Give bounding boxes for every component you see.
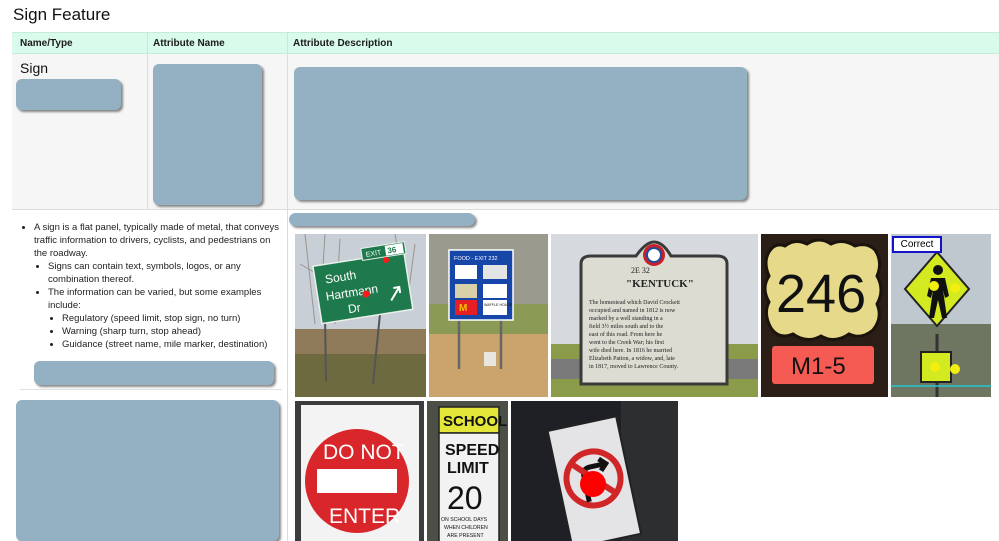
svg-text:M: M bbox=[459, 303, 467, 314]
table-header: Name/Type Attribute Name Attribute Descr… bbox=[12, 32, 999, 54]
no-right-turn-photo bbox=[511, 401, 678, 541]
column-divider bbox=[147, 32, 148, 210]
column-header-name-type: Name/Type bbox=[20, 38, 73, 49]
school-speed-photo: SCHOOL SPEED LIMIT 20 ON SCHOOL DAYS WHE… bbox=[427, 401, 508, 541]
svg-text:ON SCHOOL DAYS: ON SCHOOL DAYS bbox=[441, 517, 488, 523]
svg-text:went to the Creek War; his fir: went to the Creek War; his first bbox=[589, 339, 664, 346]
annotation-dot bbox=[580, 471, 606, 497]
redacted-block bbox=[16, 400, 279, 541]
description-intro: A sign is a flat panel, typically made o… bbox=[34, 221, 284, 260]
divider bbox=[20, 389, 282, 390]
redacted-block bbox=[34, 361, 274, 385]
do-not-enter-photo: DO NOT ENTER bbox=[295, 401, 424, 541]
limit-label: LIMIT bbox=[447, 460, 489, 477]
annotation-dot bbox=[929, 281, 939, 291]
svg-text:ARE PRESENT: ARE PRESENT bbox=[447, 533, 484, 539]
speed-label: SPEED bbox=[445, 442, 499, 459]
do-not-enter-line2: ENTER bbox=[329, 505, 400, 528]
annotation-dot bbox=[383, 257, 389, 263]
marker-code: 2E 32 bbox=[631, 266, 650, 275]
svg-text:field 3½ miles south and to th: field 3½ miles south and to the bbox=[589, 323, 663, 330]
redacted-block bbox=[294, 67, 747, 200]
marker-title: "KENTUCK" bbox=[626, 278, 694, 290]
svg-text:occupied and named in 1812 is: occupied and named in 1812 is now bbox=[589, 308, 676, 314]
annotation-dot bbox=[930, 362, 940, 372]
column-divider bbox=[287, 32, 288, 541]
speed-value: 20 bbox=[447, 480, 483, 516]
food-sign-header: FOOD - EXIT 232 bbox=[454, 256, 498, 262]
svg-text:wife died here. In 1816 he mar: wife died here. In 1816 he married bbox=[589, 347, 672, 354]
school-label: SCHOOL bbox=[443, 413, 507, 430]
pedestrian-sign-photo bbox=[891, 234, 991, 397]
exit-sign-photo: EXIT 36 South Hartmann Dr bbox=[295, 234, 426, 397]
svg-text:east of this road. From here h: east of this road. From here he bbox=[589, 331, 662, 338]
page-title: Sign Feature bbox=[13, 5, 111, 24]
route-shield-photo: 246 M1-5 bbox=[761, 234, 888, 397]
redacted-block bbox=[289, 213, 475, 226]
svg-text:The homestead which David Croc: The homestead which David Crockett bbox=[589, 300, 680, 306]
svg-text:Elizabeth Patton, a widow, and: Elizabeth Patton, a widow, and, late bbox=[589, 356, 675, 362]
column-header-attribute-name: Attribute Name bbox=[153, 38, 225, 49]
sign-code-label: M1-5 bbox=[791, 353, 846, 380]
description-point-content: Signs can contain text, symbols, logos, … bbox=[48, 260, 284, 286]
row-name-type: Sign bbox=[20, 60, 49, 76]
example-regulatory: Regulatory (speed limit, stop sign, no t… bbox=[62, 312, 284, 325]
correct-badge: Correct bbox=[892, 236, 942, 253]
svg-text:marked by a well standing in a: marked by a well standing in a bbox=[589, 316, 663, 322]
column-header-attribute-description: Attribute Description bbox=[293, 38, 393, 49]
annotation-dot bbox=[950, 283, 960, 293]
svg-text:in 1817, moved to Lawrence Cou: in 1817, moved to Lawrence County. bbox=[589, 364, 679, 370]
food-sign-photo: FOOD - EXIT 232 M WAFFLE HOUSE bbox=[429, 234, 548, 397]
redacted-block bbox=[16, 79, 121, 110]
example-warning: Warning (sharp turn, stop ahead) bbox=[62, 325, 284, 338]
route-number: 246 bbox=[776, 264, 866, 324]
description-point-varied: The information can be varied, but some … bbox=[48, 286, 284, 351]
sign-description: A sign is a flat panel, typically made o… bbox=[22, 221, 284, 351]
svg-text:WHEN CHILDREN: WHEN CHILDREN bbox=[444, 525, 488, 531]
annotation-dot bbox=[362, 290, 370, 298]
do-not-enter-line1: DO NOT bbox=[323, 441, 405, 464]
food-sign-brand: WAFFLE HOUSE bbox=[484, 303, 513, 307]
example-guidance: Guidance (street name, mile marker, dest… bbox=[62, 338, 284, 351]
redacted-block bbox=[153, 64, 262, 205]
historical-marker-photo: 2E 32 "KENTUCK" The homestead which Davi… bbox=[551, 234, 758, 397]
street-line-3: Dr bbox=[347, 300, 362, 316]
annotation-dot bbox=[950, 364, 960, 374]
